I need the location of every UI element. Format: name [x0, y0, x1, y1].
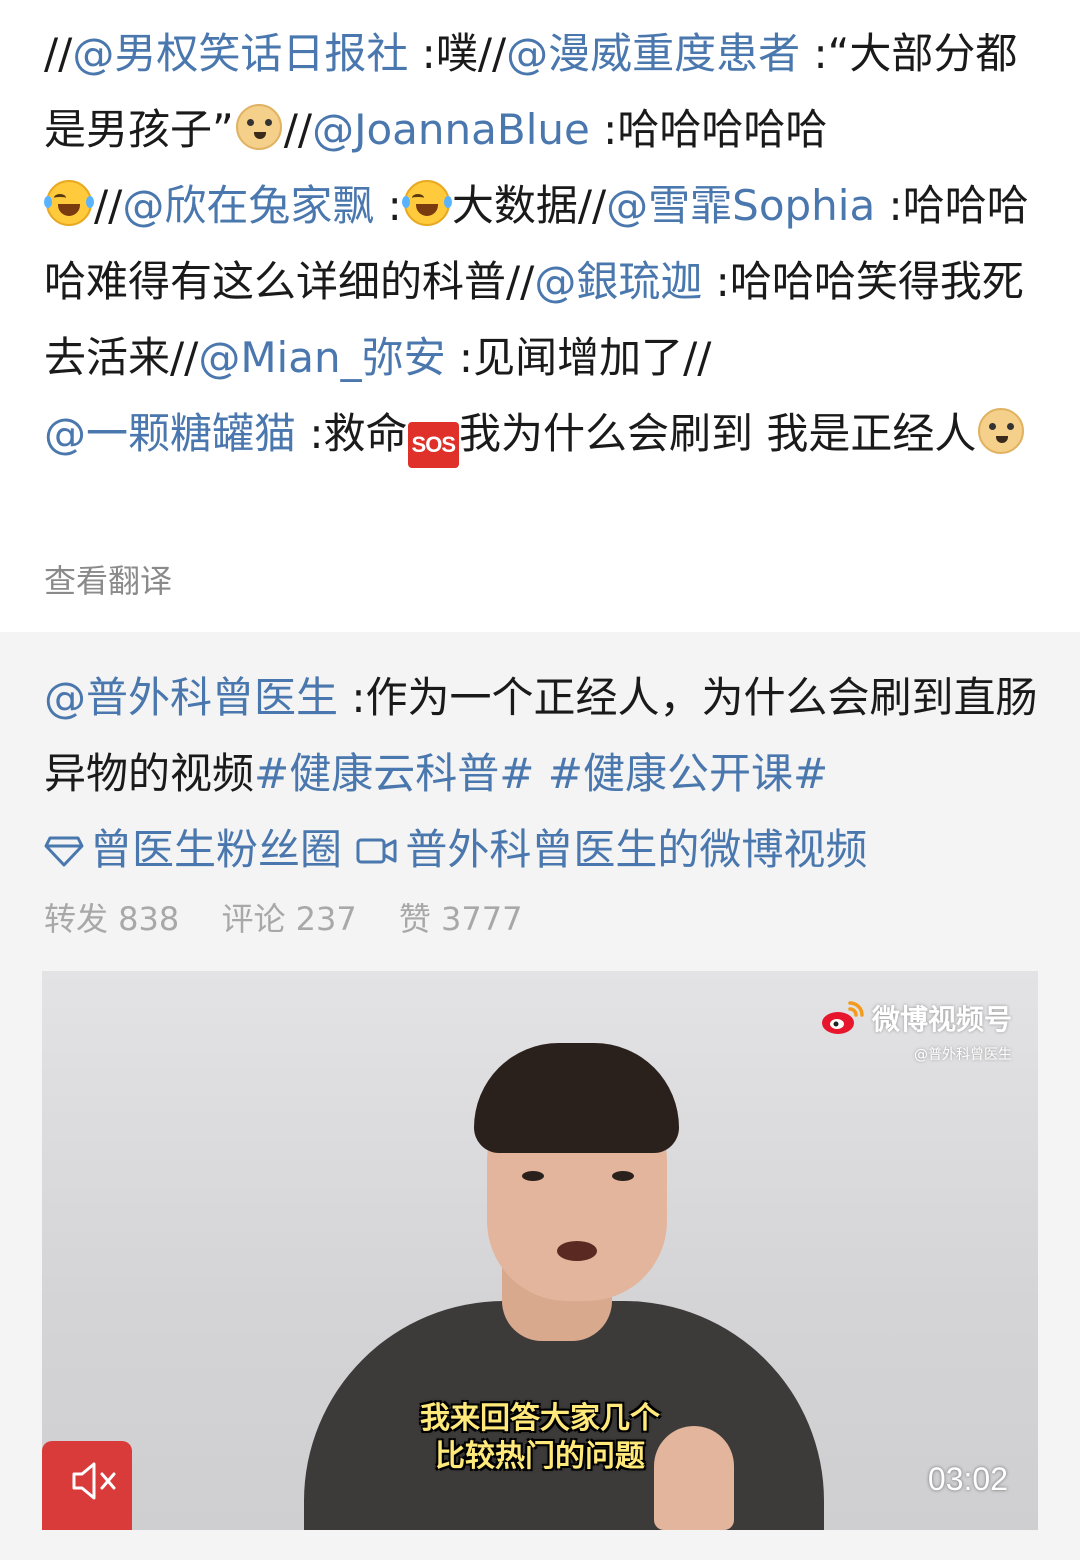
laugh-cry-emoji-icon	[401, 180, 452, 226]
like-count[interactable]: 赞 3777	[399, 900, 523, 938]
speaker-eye	[612, 1171, 634, 1181]
post-stats: 转发 838 评论 237 赞 3777	[44, 894, 555, 940]
watermark-author: @普外科曾医生	[914, 1047, 1012, 1063]
diamond-icon	[44, 836, 84, 867]
laugh-cry-emoji-icon	[44, 180, 94, 226]
watermark-title: 微博视频号	[871, 1003, 1012, 1036]
comment-text-segment: :	[374, 181, 402, 230]
comment-text-segment: //	[283, 105, 313, 154]
video-subtitle-line2: 比较热门的问题	[435, 1439, 645, 1474]
mention-link[interactable]: @Mian_弥安	[198, 333, 445, 382]
fan-circle-link[interactable]: 曾医生粉丝圈	[44, 825, 342, 874]
comment-text-segment: :救命	[296, 409, 408, 458]
comment-count[interactable]: 评论 237	[221, 900, 356, 938]
doge-emoji-icon	[978, 408, 1025, 454]
comment-text-segment: :见闻增加了//	[445, 333, 712, 382]
mention-link[interactable]: @JoannaBlue	[312, 105, 590, 154]
comment-text-segment: //	[94, 181, 123, 230]
sos-emoji-icon: SOS	[407, 422, 459, 468]
video-source-link[interactable]: 普外科曾医生的微博视频	[355, 825, 867, 874]
doge-emoji-icon	[235, 104, 282, 150]
mention-link[interactable]: @銀琉迦	[534, 257, 702, 306]
mention-link[interactable]: @欣在兔家飘	[122, 181, 374, 230]
speaker-eye	[522, 1171, 544, 1181]
watermark-title-row: 微博视频号	[820, 997, 1012, 1038]
video-duration: 03:02	[927, 1461, 1008, 1497]
video-subtitle-line1: 我来回答大家几个	[420, 1401, 660, 1436]
fan-circle-label: 曾医生粉丝圈	[90, 825, 343, 874]
comment-text-segment: :噗//	[408, 29, 507, 78]
weibo-post-screen: //@男权笑话日报社 :噗//@漫威重度患者 :“大部分都是男孩子”//@Joa…	[0, 0, 1080, 1560]
translate-link[interactable]: 查看翻译	[44, 556, 172, 602]
author-mention-link[interactable]: @普外科曾医生	[44, 673, 338, 722]
mention-link[interactable]: @雪霏Sophia	[606, 181, 875, 230]
weibo-logo-icon	[821, 1001, 864, 1034]
mention-link[interactable]: @漫威重度患者	[506, 29, 800, 78]
comment-card: //@男权笑话日报社 :噗//@漫威重度患者 :“大部分都是男孩子”//@Joa…	[0, 0, 1080, 632]
weibo-video-watermark: 微博视频号 @普外科曾医生	[820, 997, 1012, 1064]
mention-link[interactable]: @一颗糖罐猫	[44, 409, 296, 458]
mention-link[interactable]: @男权笑话日报社	[72, 29, 408, 78]
comment-text-segment: 我为什么会刷到 我是正经人	[459, 409, 977, 458]
hashtag-link[interactable]: #健康云科普#	[254, 749, 534, 798]
video-camera-icon	[356, 838, 397, 864]
speaker-mouth	[557, 1241, 597, 1261]
mute-icon[interactable]	[70, 1459, 120, 1503]
repost-text: @普外科曾医生 :作为一个正经人，为什么会刷到直肠异物的视频#健康云科普# #健…	[44, 660, 1054, 888]
hashtag-link[interactable]: #健康公开课#	[548, 749, 828, 798]
comment-text-segment: 大数据//	[451, 181, 607, 230]
comment-text-segment: //	[44, 29, 73, 78]
reposted-weibo-card[interactable]: @普外科曾医生 :作为一个正经人，为什么会刷到直肠异物的视频#健康云科普# #健…	[0, 632, 1080, 1560]
video-player[interactable]: 微博视频号 @普外科曾医生 我来回答大家几个 比较热门的问题 03:02	[42, 971, 1038, 1530]
comment-text: //@男权笑话日报社 :噗//@漫威重度患者 :“大部分都是男孩子”//@Joa…	[44, 16, 1044, 472]
video-link-label: 普外科曾医生的微博视频	[405, 825, 868, 874]
forward-count[interactable]: 转发 838	[44, 900, 179, 938]
comment-text-segment: :哈哈哈哈哈	[589, 105, 828, 154]
